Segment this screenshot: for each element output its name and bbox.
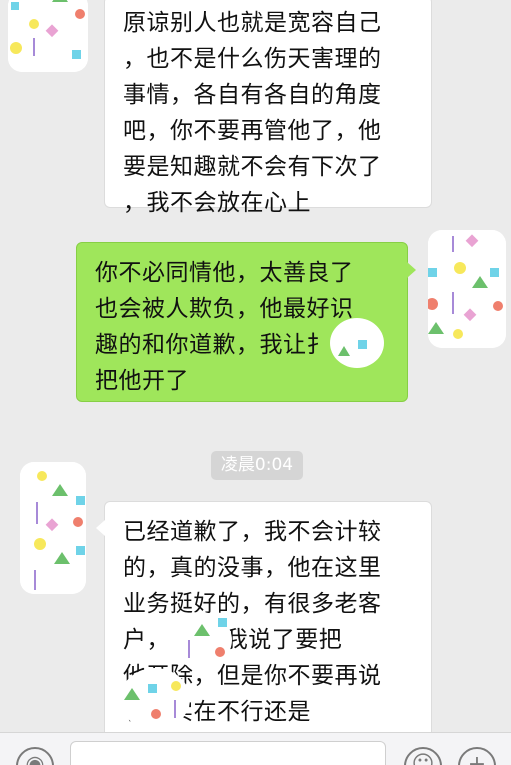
- plus-icon: +: [467, 752, 487, 765]
- redaction-blob: [330, 318, 384, 368]
- redaction-blob: [168, 612, 232, 668]
- message-line: 你不必同情他，太善良了: [95, 260, 354, 286]
- chat-area[interactable]: 原谅别人也就是宽容自己 ，也不是什么伤天害理的 事情，各自有各自的角度 吧，你不…: [0, 0, 511, 738]
- message-line: ，也不是什么伤天害理的: [123, 46, 382, 72]
- redaction-pattern-icon: [338, 340, 367, 356]
- contact-avatar[interactable]: [20, 462, 86, 594]
- message-line: 的，真的没事，他在这里: [123, 555, 382, 581]
- message-input[interactable]: [70, 741, 386, 765]
- avatar-pattern-icon: [20, 462, 86, 594]
- emoji-button[interactable]: ☺: [404, 747, 442, 765]
- message-line: 吧，你不要再管他了，他: [123, 118, 382, 144]
- contact-avatar[interactable]: [8, 0, 88, 72]
- more-button[interactable]: +: [458, 747, 496, 765]
- voice-icon: ◉: [25, 752, 45, 765]
- avatar-pattern-icon: [8, 0, 88, 72]
- timestamp-label: 凌晨0:04: [211, 451, 303, 480]
- message-line: 业务挺好的，有很多老客: [123, 591, 382, 617]
- redaction-blob: [120, 668, 190, 730]
- avatar-pattern-icon: [428, 230, 506, 348]
- bubble-tail: [407, 262, 416, 278]
- message-bubble-incoming[interactable]: 原谅别人也就是宽容自己 ，也不是什么伤天害理的 事情，各自有各自的角度 吧，你不…: [104, 0, 432, 216]
- message-line: 原谅别人也就是宽容自己: [123, 10, 382, 36]
- message-line: 户， 哥和我说了要把: [123, 627, 343, 653]
- redaction-pattern-icon: [124, 681, 181, 719]
- input-bar: ◉ ☺ +: [0, 732, 511, 765]
- message-line: 已经道歉了，我不会计较: [123, 519, 382, 545]
- voice-button[interactable]: ◉: [16, 747, 54, 765]
- redaction-pattern-icon: [188, 618, 227, 658]
- emoji-icon: ☺: [411, 752, 435, 765]
- my-avatar[interactable]: [428, 230, 506, 348]
- bubble-tail: [96, 520, 105, 536]
- message-line: 把他开了: [95, 368, 189, 394]
- message-line: ，我不会放在心上: [123, 190, 311, 216]
- message-line: 事情，各自有各自的角度: [123, 82, 382, 108]
- message-line: 要是知趣就不会有下次了: [123, 154, 382, 180]
